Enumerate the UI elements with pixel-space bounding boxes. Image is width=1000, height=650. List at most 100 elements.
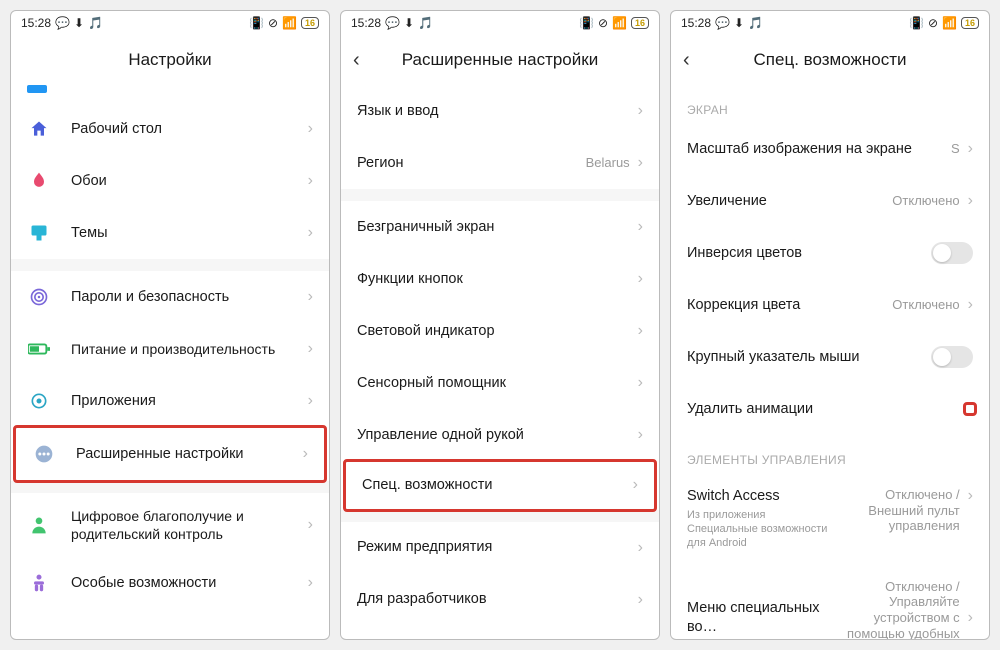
chevron-right-icon: › <box>638 270 643 288</box>
screen-settings: 15:28 💬 ⬇ 🎵 📳 ⊘ 📶 16 Настройки Рабочий с… <box>10 10 330 640</box>
chevron-right-icon: › <box>968 296 973 314</box>
row-themes[interactable]: Темы › <box>11 207 329 259</box>
chevron-right-icon: › <box>308 392 313 410</box>
vibrate-icon: 📳 <box>579 16 594 30</box>
status-time: 15:28 <box>351 16 381 30</box>
row-accessibility[interactable]: Спец. возможности › <box>343 459 657 512</box>
notifications-icon <box>27 85 51 97</box>
chevron-right-icon: › <box>633 476 638 494</box>
wifi-icon: 📶 <box>612 16 627 30</box>
download-icon: ⬇ <box>734 16 744 30</box>
row-accessibility-menu[interactable]: Меню специальных во… Отключено / Управля… <box>671 565 989 639</box>
section-controls: ЭЛЕМЕНТЫ УПРАВЛЕНИЯ <box>671 435 989 473</box>
chevron-right-icon: › <box>308 288 313 306</box>
magnify-value: Отключено <box>892 193 959 209</box>
music-icon: 🎵 <box>418 16 433 30</box>
row-enterprise[interactable]: Режим предприятия › <box>341 522 659 574</box>
battery-icon <box>27 337 51 361</box>
fingerprint-icon <box>27 285 51 309</box>
row-desktop[interactable]: Рабочий стол › <box>11 103 329 155</box>
chevron-right-icon: › <box>968 609 973 627</box>
chevron-right-icon: › <box>308 340 313 358</box>
download-icon: ⬇ <box>74 16 84 30</box>
page-title: Расширенные настройки <box>402 50 598 70</box>
row-accessibility[interactable]: Особые возможности › <box>11 557 329 609</box>
settings-list: Рабочий стол › Обои › Темы › Пароли и бе… <box>11 85 329 639</box>
chevron-right-icon: › <box>308 516 313 534</box>
row-switch-access[interactable]: Switch Access Из приложения Специальные … <box>671 473 989 565</box>
status-time: 15:28 <box>681 16 711 30</box>
screen-advanced: 15:28 💬 ⬇ 🎵 📳 ⊘ 📶 16 ‹ Расширенные настр… <box>340 10 660 640</box>
row-remove-animations[interactable]: Удалить анимации <box>671 383 989 435</box>
music-icon: 🎵 <box>748 16 763 30</box>
row-notifications-cut[interactable] <box>11 85 329 103</box>
page-title: Настройки <box>128 50 211 70</box>
header: ‹ Спец. возможности <box>671 35 989 85</box>
row-advanced-settings[interactable]: Расширенные настройки › <box>13 425 327 483</box>
switch-access-sub: Из приложения Специальные возможности дл… <box>687 508 830 551</box>
chevron-right-icon: › <box>638 322 643 340</box>
menu-value: Отключено / Управляйте устройством с пом… <box>830 579 960 639</box>
row-led[interactable]: Световой индикатор › <box>341 305 659 357</box>
back-button[interactable]: ‹ <box>683 49 690 72</box>
vibrate-icon: 📳 <box>249 16 264 30</box>
row-large-pointer[interactable]: Крупный указатель мыши <box>671 331 989 383</box>
toggle-large-pointer[interactable] <box>931 346 973 368</box>
dots-icon <box>32 442 56 466</box>
row-magnification[interactable]: Увеличение Отключено › <box>671 175 989 227</box>
scale-value: S <box>951 141 960 157</box>
row-buttons[interactable]: Функции кнопок › <box>341 253 659 305</box>
row-color-inversion[interactable]: Инверсия цветов <box>671 227 989 279</box>
row-color-correction[interactable]: Коррекция цвета Отключено › <box>671 279 989 331</box>
row-language[interactable]: Язык и ввод › <box>341 85 659 137</box>
menu-label: Меню специальных во… <box>687 599 830 637</box>
row-wallpaper[interactable]: Обои › <box>11 155 329 207</box>
battery-indicator: 16 <box>301 17 319 29</box>
home-icon <box>27 117 51 141</box>
status-time: 15:28 <box>21 16 51 30</box>
chevron-right-icon: › <box>303 445 308 463</box>
row-wellbeing[interactable]: Цифровое благополучие и родительский кон… <box>11 493 329 557</box>
header: ‹ Расширенные настройки <box>341 35 659 85</box>
chevron-right-icon: › <box>638 154 643 172</box>
chevron-right-icon: › <box>638 374 643 392</box>
switch-access-label: Switch Access <box>687 487 830 506</box>
section-screen: ЭКРАН <box>671 85 989 123</box>
region-value: Belarus <box>586 155 630 171</box>
chevron-right-icon: › <box>638 539 643 557</box>
chat-icon: 💬 <box>385 16 400 30</box>
row-passwords[interactable]: Пароли и безопасность › <box>11 271 329 323</box>
themes-icon <box>27 221 51 245</box>
chevron-right-icon: › <box>968 487 973 505</box>
status-bar: 15:28 💬 ⬇ 🎵 📳 ⊘ 📶 16 <box>11 11 329 35</box>
accessibility-list: ЭКРАН Масштаб изображения на экране S › … <box>671 85 989 639</box>
page-title: Спец. возможности <box>754 50 907 70</box>
download-icon: ⬇ <box>404 16 414 30</box>
chevron-right-icon: › <box>308 224 313 242</box>
toggle-color-inversion[interactable] <box>931 242 973 264</box>
row-developer[interactable]: Для разработчиков › <box>341 574 659 626</box>
no-sim-icon: ⊘ <box>268 16 278 30</box>
divider <box>11 259 329 271</box>
chevron-right-icon: › <box>308 120 313 138</box>
row-apps[interactable]: Приложения › <box>11 375 329 427</box>
gear-icon <box>27 389 51 413</box>
row-region[interactable]: Регион Belarus › <box>341 137 659 189</box>
row-battery[interactable]: Питание и производительность › <box>11 323 329 375</box>
row-touch-assistant[interactable]: Сенсорный помощник › <box>341 357 659 409</box>
no-sim-icon: ⊘ <box>598 16 608 30</box>
chevron-right-icon: › <box>968 192 973 210</box>
battery-indicator: 16 <box>961 17 979 29</box>
row-display-scale[interactable]: Масштаб изображения на экране S › <box>671 123 989 175</box>
no-sim-icon: ⊘ <box>928 16 938 30</box>
divider <box>341 189 659 201</box>
wellbeing-icon <box>27 513 51 537</box>
chat-icon: 💬 <box>55 16 70 30</box>
color-corr-value: Отключено <box>892 297 959 313</box>
switch-access-value: Отключено / Внешний пульт управления <box>830 487 960 534</box>
back-button[interactable]: ‹ <box>353 49 360 72</box>
row-fullscreen[interactable]: Безграничный экран › <box>341 201 659 253</box>
chevron-right-icon: › <box>308 574 313 592</box>
highlight-remove-animations <box>963 402 977 416</box>
row-onehand[interactable]: Управление одной рукой › <box>341 409 659 461</box>
